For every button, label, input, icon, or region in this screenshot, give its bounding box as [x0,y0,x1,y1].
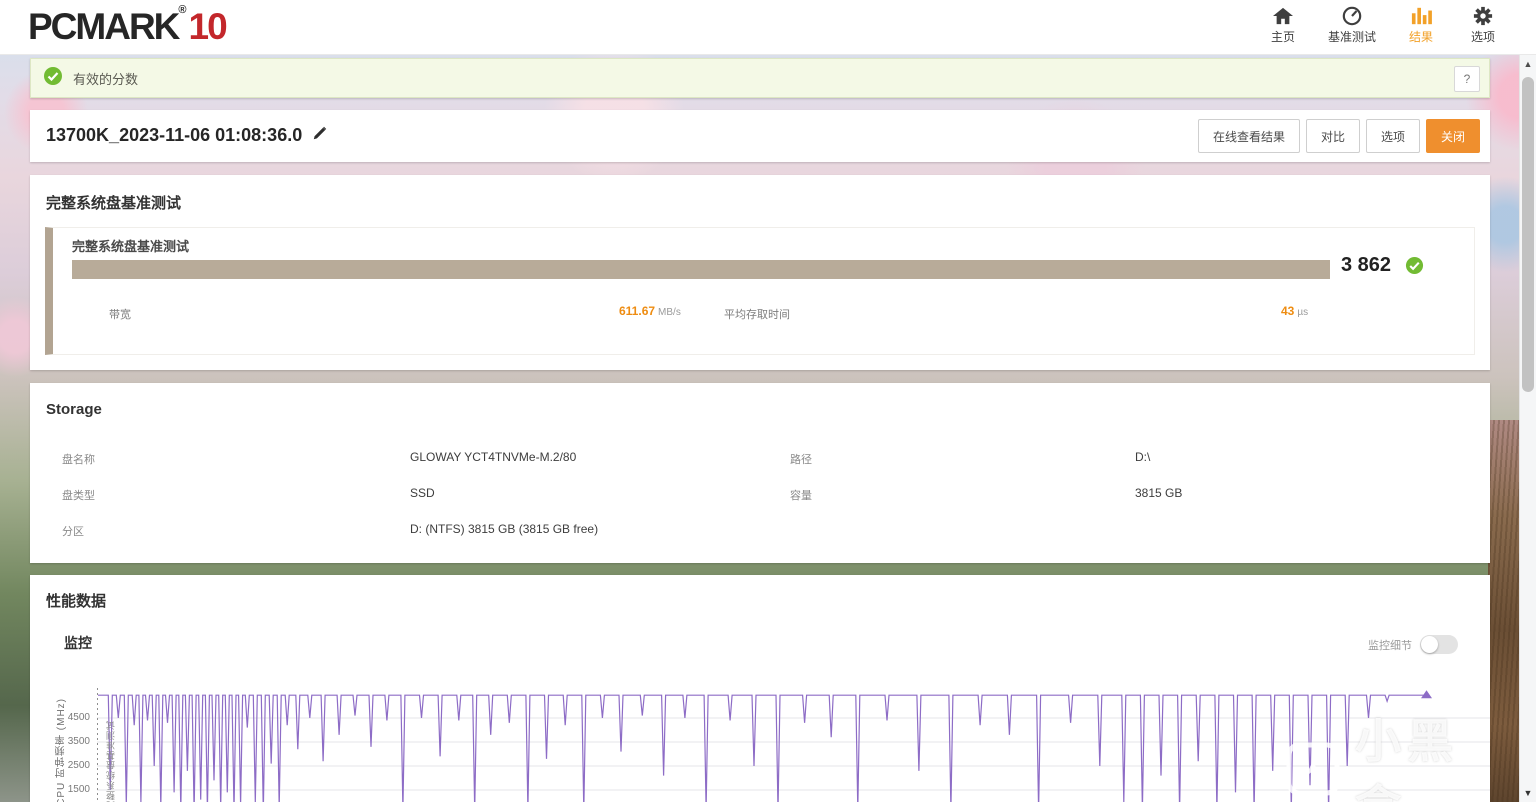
scrollbar-thumb[interactable] [1522,77,1534,392]
disk-name-label: 盘名称 [62,454,95,466]
performance-section-title: 性能数据 [46,593,107,610]
view-online-button[interactable]: 在线查看结果 [1197,119,1300,153]
nav-results[interactable]: 结果 [1404,6,1438,45]
nav-options[interactable]: 选项 [1466,6,1500,45]
disk-name-value: GLOWAY YCT4TNVMe-M.2/80 [410,450,577,464]
banner-message: 有效的分数 [73,71,139,87]
result-name: 13700K_2023-11-06 01:08:36.0 [46,125,303,145]
logo-number: 10 [188,6,228,47]
path-value: D:\ [1135,450,1151,464]
close-button[interactable]: 关闭 [1425,119,1480,153]
monitor-detail-row: 监控细节 [1368,635,1458,654]
benchmark-score-box: 完整系统盘基准测试 3 862 带宽 611.67 MB/s 平均存取时间 43 µ… [45,227,1475,355]
edit-pencil-icon[interactable] [312,125,328,146]
chart-plot-area [97,688,1490,802]
compare-button[interactable]: 对比 [1305,119,1360,153]
benchmark-section-title: 完整系统盘基准测试 [46,195,182,212]
scrollbar[interactable]: ▲ ▼ [1519,55,1536,802]
gauge-icon [1341,6,1363,26]
valid-score-banner: 有效的分数 ? [30,58,1490,98]
storage-card: Storage 盘名称 GLOWAY YCT4TNVMe-M.2/80 路径 D… [30,383,1490,563]
benchmark-test-name: 完整系统盘基准测试 [72,239,190,254]
pcmark-logo: PCMARK®10 [28,4,228,48]
toggle-knob [1421,636,1438,653]
latency-value: 43 µs [1281,304,1308,318]
options-button[interactable]: 选项 [1365,119,1420,153]
bandwidth-value: 611.67 MB/s [619,304,681,318]
gear-icon [1472,6,1494,26]
logo-text: PCMARK [28,6,180,47]
bandwidth-number: 611.67 [619,304,656,318]
monitor-detail-toggle[interactable] [1420,635,1458,654]
benchmark-card: 完整系统盘基准测试 完整系统盘基准测试 3 862 带宽 611.67 MB/s … [30,175,1490,370]
registered-mark: ® [178,4,187,16]
result-title: 13700K_2023-11-06 01:08:36.0 [46,125,328,146]
performance-card: 性能数据 监控 监控细节 CPU 时钟频率 (MHz) 4500 3500 2500… [30,575,1490,802]
nav-label: 选项 [1470,30,1495,44]
storage-section-title: Storage [46,401,102,418]
main-nav: 主页 基准测试 结果 选项 [1266,6,1500,45]
score-bar [72,260,1330,279]
disk-type-value: SSD [410,486,435,500]
bar-chart-icon [1410,6,1432,26]
partition-label: 分区 [62,526,84,538]
bandwidth-unit: MB/s [658,307,681,318]
score-value: 3 862 [1341,254,1392,276]
nav-benchmarks[interactable]: 基准测试 [1328,6,1376,45]
pcmark-results-page: PCMARK®10 主页 基准测试 结果 选项 有效的分数 ? 13700K_2… [0,0,1536,802]
box-logo-icon [1285,741,1341,802]
path-label: 路径 [790,454,812,466]
chart-phase-annotation: 完整系统盘基准测试 [106,720,116,802]
help-button[interactable]: ? [1454,66,1480,92]
app-header: PCMARK®10 主页 基准测试 结果 选项 [0,0,1536,55]
check-circle-icon [43,66,63,91]
monitoring-title: 监控 [64,635,92,651]
bandwidth-label: 带宽 [109,309,131,321]
score-check-circle-icon [1405,256,1424,280]
home-icon [1272,6,1294,26]
latency-unit: µs [1297,307,1309,318]
result-actions: 在线查看结果 对比 选项 关闭 [1197,119,1480,153]
disk-type-label: 盘类型 [62,490,95,502]
latency-label: 平均存取时间 [724,309,790,321]
result-title-card: 13700K_2023-11-06 01:08:36.0 在线查看结果 对比 选… [30,110,1490,162]
watermark-text: 小黑盒 [1355,715,1459,802]
scroll-up-arrow-icon[interactable]: ▲ [1520,59,1536,69]
latency-number: 43 [1281,304,1295,318]
capacity-value: 3815 GB [1135,486,1183,500]
nav-label: 基准测试 [1327,30,1376,44]
scroll-down-arrow-icon[interactable]: ▼ [1520,788,1536,798]
nav-home[interactable]: 主页 [1266,6,1300,45]
cpu-frequency-chart: CPU 时钟频率 (MHz) 4500 3500 2500 1500 完整系统盘基准测… [30,680,1490,802]
watermark: 小黑盒 [1285,705,1490,802]
nav-label: 主页 [1270,30,1295,44]
capacity-label: 容量 [790,490,812,502]
partition-value: D: (NTFS) 3815 GB (3815 GB free) [410,522,599,536]
nav-label: 结果 [1408,30,1433,44]
monitor-detail-label: 监控细节 [1368,639,1412,652]
